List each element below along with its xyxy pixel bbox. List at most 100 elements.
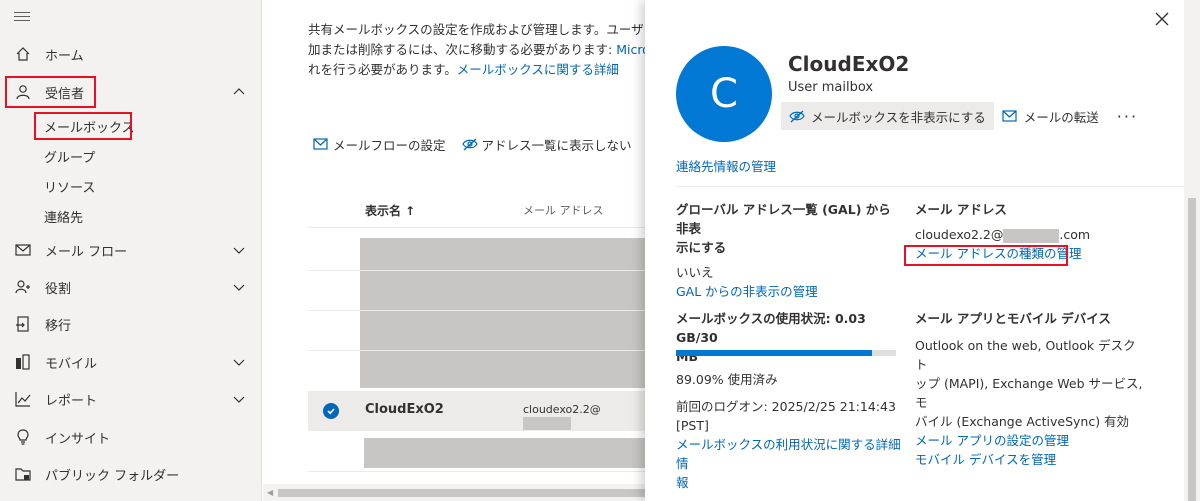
mail-forward-icon	[1002, 109, 1018, 123]
nav-insights-label: インサイト	[45, 431, 111, 447]
column-header-email[interactable]: メール アドレス	[523, 202, 604, 218]
sub-item-groups[interactable]: グループ	[44, 144, 95, 168]
mail-settings-icon	[313, 138, 329, 152]
mail-icon	[14, 241, 32, 259]
nav-home-label: ホーム	[45, 48, 84, 64]
nav-insights[interactable]: インサイト	[0, 419, 262, 455]
chart-icon	[14, 390, 32, 408]
usage-heading-line-1: メールボックスの使用状況: 0.03 GB/30	[676, 311, 866, 345]
gal-value: いいえ	[676, 265, 714, 280]
vertical-scrollbar[interactable]	[1184, 0, 1200, 501]
more-actions-button[interactable]: ···	[1107, 102, 1148, 130]
page-description: 共有メールボックスの設定を作成および管理します。ユーザー メール 加または削除す…	[308, 20, 645, 80]
table-header: 表示名 ↑ メール アドレス	[308, 192, 645, 228]
hamburger-menu-icon[interactable]	[14, 12, 30, 22]
column-header-display-name[interactable]: 表示名 ↑	[365, 202, 415, 219]
manage-contact-info-link[interactable]: 連絡先情報の管理	[676, 156, 776, 175]
horizontal-scrollbar[interactable]: ◀	[263, 484, 645, 501]
redacted-rows	[360, 238, 645, 388]
row-divider	[308, 310, 645, 311]
hide-mailbox-label: メールボックスを非表示にする	[811, 109, 986, 125]
eye-hide-icon	[789, 109, 805, 123]
lightbulb-icon	[14, 428, 32, 446]
usage-progress-bar	[676, 350, 896, 356]
row-email: cloudexo2.2@	[523, 403, 645, 430]
sub-item-contacts[interactable]: 連絡先	[44, 204, 83, 228]
mailbox-details-panel: C CloudExO2 User mailbox メールボックスを非表示にする …	[645, 0, 1200, 501]
redacted-row	[364, 438, 645, 468]
nav-migration[interactable]: 移行	[0, 306, 262, 342]
usage-progress-fill	[676, 350, 872, 356]
email-address: cloudexo2.2@ .com	[915, 227, 1091, 243]
roles-icon	[14, 278, 32, 296]
avatar: C	[676, 46, 772, 142]
chevron-down-icon[interactable]	[232, 243, 246, 257]
last-logon-line-1: 前回のログオン: 2025/2/25 21:14:43	[676, 399, 896, 414]
highlight-mailbox	[34, 112, 132, 140]
hide-mailbox-button[interactable]: メールボックスを非表示にする	[781, 102, 994, 130]
apps-line-2: ップ (MAPI), Exchange Web サービス, モ	[915, 376, 1143, 410]
nav-public-folders[interactable]: パブリック フォルダー	[0, 456, 262, 492]
nav-migration-label: 移行	[45, 318, 72, 334]
command-bar: メールフローの設定 アドレス一覧に表示しない 編集	[313, 135, 645, 154]
checkmark-icon[interactable]	[323, 403, 339, 419]
manage-mail-apps-link[interactable]: メール アプリの設定の管理	[915, 431, 1145, 450]
microsoft-365-link[interactable]: Microsoft 3	[616, 42, 645, 57]
migration-icon	[14, 315, 32, 333]
row-display-name: CloudExO2	[365, 402, 444, 417]
desc-line-3: れを行う必要があります。	[308, 62, 457, 77]
nav-reports-label: レポート	[45, 393, 98, 409]
scrollbar-thumb[interactable]	[1188, 198, 1196, 501]
chevron-down-icon[interactable]	[232, 280, 246, 294]
mailbox-type: User mailbox	[788, 80, 874, 95]
highlight-email-types-link	[904, 245, 1068, 266]
home-icon	[14, 45, 32, 63]
apps-line-3: バイル (Exchange ActiveSync) 有効	[915, 414, 1130, 429]
manage-mobile-devices-link[interactable]: モバイル デバイスを管理	[915, 450, 1145, 469]
usage-percent: 89.09% 使用済み	[676, 372, 778, 387]
hide-from-address-list-button[interactable]: アドレス一覧に表示しない	[461, 135, 632, 154]
usage-details: 89.09% 使用済み 前回のログオン: 2025/2/25 21:14:43 …	[676, 370, 906, 492]
manage-gal-hide-link[interactable]: GAL からの非表示の管理	[676, 282, 896, 301]
desc-line-2: 加または削除するには、次に移動する必要があります:	[308, 42, 617, 57]
sidebar: ホーム 受信者 メールボックス グループ リソース 連絡先 メール フロー 役割…	[0, 0, 262, 501]
row-divider	[308, 350, 645, 351]
forward-mail-button[interactable]: メールの転送	[994, 102, 1107, 130]
close-icon[interactable]	[1153, 10, 1171, 28]
email-heading: メール アドレス	[915, 202, 1007, 217]
mailbox-learn-more-link[interactable]: メールボックスに関する詳細	[457, 62, 619, 77]
gal-heading-line-2: 示にする	[676, 240, 727, 255]
chevron-down-icon[interactable]	[232, 355, 246, 369]
chevron-up-icon[interactable]	[232, 85, 246, 99]
sub-item-resources[interactable]: リソース	[44, 174, 95, 198]
apps-section: メール アプリとモバイル デバイス Outlook on the web, Ou…	[915, 309, 1145, 469]
mobile-icon	[14, 353, 32, 371]
table-row-selected[interactable]: CloudExO2 cloudexo2.2@	[308, 391, 645, 431]
nav-roles-label: 役割	[45, 281, 72, 297]
gal-section: グローバル アドレス一覧 (GAL) から非表 示にする いいえ GAL からの…	[676, 200, 896, 301]
apps-line-1: Outlook on the web, Outlook デスクト	[915, 338, 1136, 372]
chevron-down-icon[interactable]	[232, 392, 246, 406]
nav-roles[interactable]: 役割	[0, 269, 262, 305]
nav-public-folders-label: パブリック フォルダー	[45, 468, 180, 484]
apps-heading: メール アプリとモバイル デバイス	[915, 311, 1111, 326]
hide-from-address-list-label: アドレス一覧に表示しない	[481, 138, 632, 153]
main-content: 共有メールボックスの設定を作成および管理します。ユーザー メール 加または削除す…	[263, 0, 645, 501]
usage-details-link[interactable]: メールボックスの利用状況に関する詳細情	[676, 435, 906, 473]
nav-home[interactable]: ホーム	[0, 36, 262, 72]
folder-icon	[14, 465, 32, 483]
usage-details-link-2[interactable]: 報	[676, 473, 906, 492]
scrollbar-thumb[interactable]	[278, 489, 645, 497]
nav-mail-flow[interactable]: メール フロー	[0, 232, 262, 268]
mail-flow-settings-label: メールフローの設定	[333, 138, 446, 153]
nav-mail-flow-label: メール フロー	[45, 244, 128, 260]
nav-mobile[interactable]: モバイル	[0, 344, 262, 380]
nav-reports[interactable]: レポート	[0, 381, 262, 417]
row-divider	[308, 270, 645, 271]
scroll-left-icon[interactable]: ◀	[267, 488, 273, 497]
mail-flow-settings-button[interactable]: メールフローの設定	[313, 135, 446, 154]
mailbox-name: CloudExO2	[788, 52, 910, 76]
panel-actions: メールボックスを非表示にする メールの転送 ···	[781, 102, 1148, 130]
desc-line-1: 共有メールボックスの設定を作成および管理します。ユーザー メール	[308, 22, 645, 37]
usage-section: メールボックスの使用状況: 0.03 GB/30 MB	[676, 309, 906, 366]
